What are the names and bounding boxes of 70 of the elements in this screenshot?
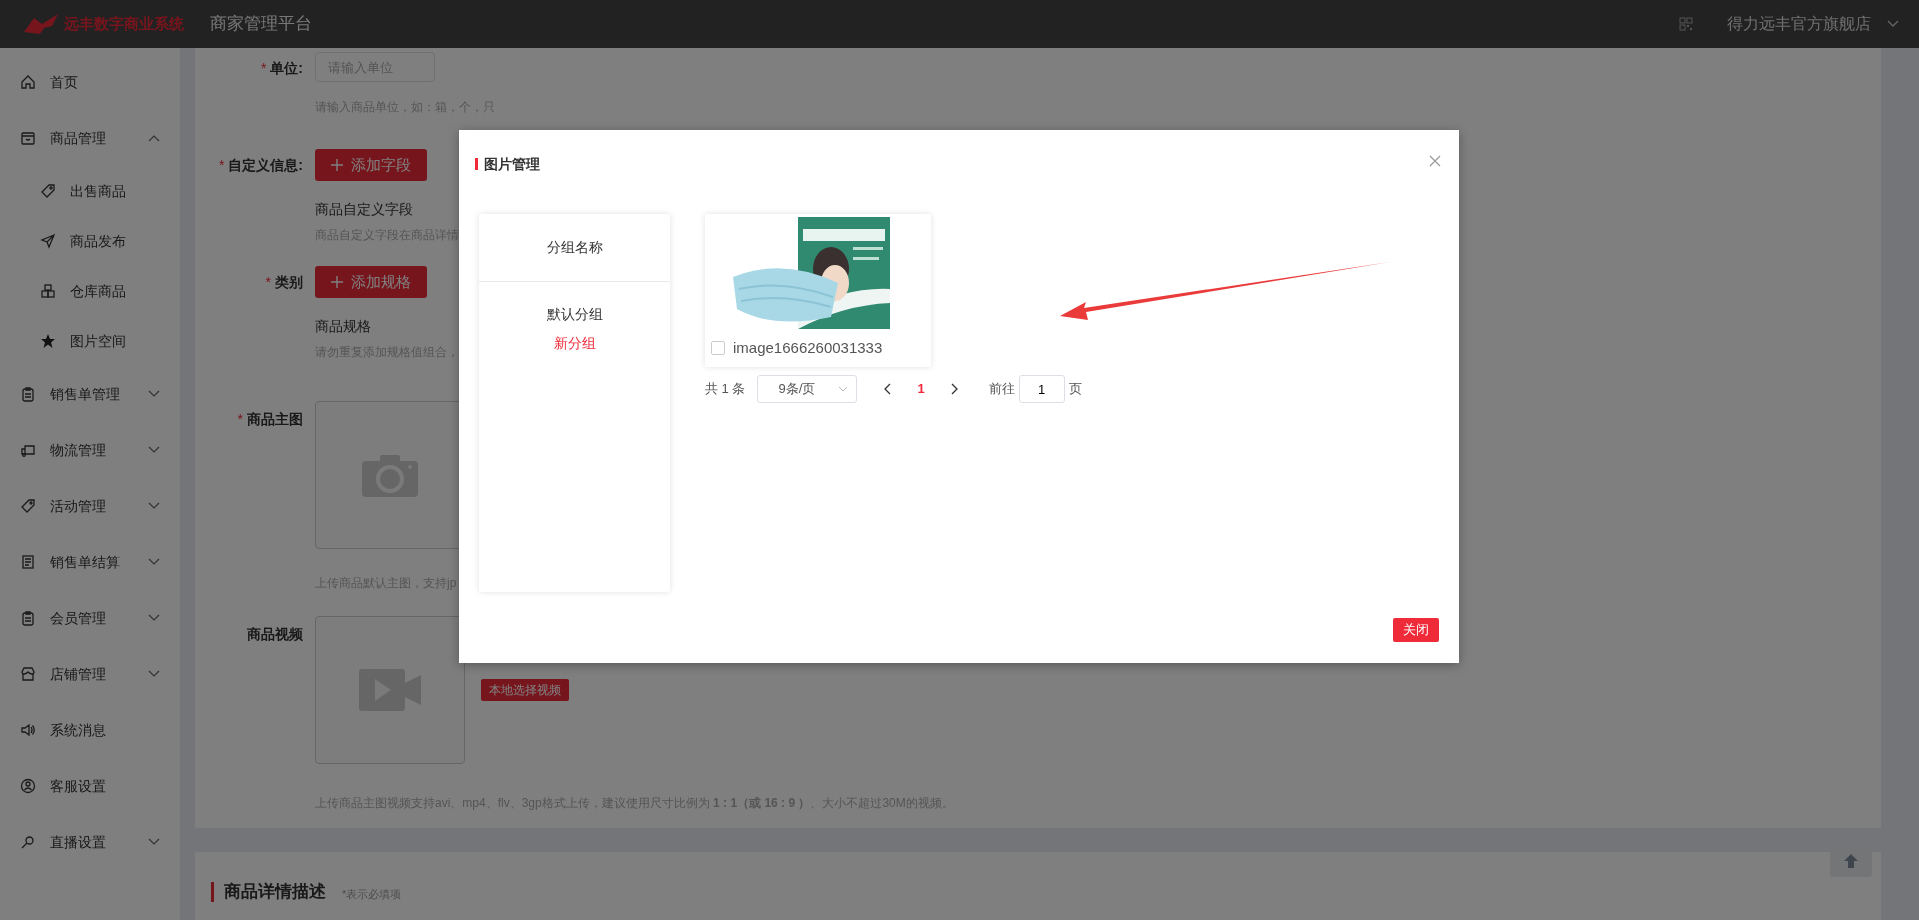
store-icon [20,666,36,682]
image-card[interactable]: image1666260031333 [705,214,931,367]
chevron-right-icon[interactable] [950,383,959,395]
description-text: 商品自定义字段 [315,200,414,219]
logo-icon [22,12,60,36]
section-title: 商品详情描述 [211,882,326,902]
user-circle-icon [20,778,36,794]
arrow-up-icon [1844,854,1858,868]
sidebar-item[interactable]: 出售商品 [0,166,180,216]
sidebar-item[interactable]: 商品管理 [0,110,180,166]
goto-label: 前往 [988,380,1015,399]
sidebar-item[interactable]: 活动管理 [0,478,180,534]
box-icon [20,130,36,146]
sidebar-item[interactable]: 首页 [0,54,180,110]
field-label: * 类别 [265,274,303,290]
chevron-left-icon[interactable] [883,383,892,395]
group-item[interactable]: 默认分组 [546,304,603,325]
logo-text: 远丰数字商业系统 [64,13,184,34]
sidebar-item[interactable]: 系统消息 [0,702,180,758]
select-video-button[interactable]: 本地选择视频 [481,679,569,701]
page-field[interactable]: 1 [1018,375,1065,403]
sidebar-item[interactable]: 物流管理 [0,422,180,478]
page-size-select[interactable]: 9条/页 [757,375,858,403]
sidebar-item[interactable]: 销售单管理 [0,366,180,422]
caret-icon [1887,20,1899,28]
sidebar-item[interactable]: 销售单结算 [0,534,180,590]
plus-icon [331,159,343,171]
paper-plane-icon [40,233,56,249]
page-suffix: 页 [1068,380,1082,399]
plus-icon [331,276,343,288]
caret-icon [838,386,849,392]
field-label: * 单位: [260,60,303,76]
group-header: 分组名称 [546,238,603,257]
home-icon [20,74,36,90]
checkbox[interactable] [711,341,725,356]
sidebar-item[interactable]: 客服设置 [0,758,180,814]
truck-icon [20,442,36,458]
store-menu[interactable]: 得力远丰官方旗舰店 [1727,12,1899,36]
sidebar-item[interactable]: 仓库商品 [0,266,180,316]
dialog-title: 图片管理 [475,158,540,170]
sidebar-item[interactable]: 直播设置 [0,814,180,870]
clipboard-icon [20,386,36,402]
total-count: 共 1 条 [705,380,746,399]
add-button[interactable]: 添加规格 [315,266,427,298]
qr-code-icon[interactable] [1679,17,1693,31]
close-button[interactable]: 关闭 [1393,618,1439,642]
description-text: 商品规格 [315,317,372,336]
star-icon [40,333,56,349]
sidebar-item[interactable]: 会员管理 [0,590,180,646]
tag-icon [40,183,56,199]
field-label: * 商品主图 [237,411,303,427]
sidebar-item[interactable]: 商品发布 [0,216,180,266]
sidebar-item[interactable]: 店铺管理 [0,646,180,702]
page-number[interactable]: 1 [917,379,925,399]
document-icon [20,554,36,570]
speaker-icon [20,722,36,738]
add-button[interactable]: 添加字段 [315,149,427,181]
app-title: 商家管理平台 [210,13,312,36]
field-label: * 自定义信息: [218,157,303,173]
new-group-link[interactable]: 新分组 [553,333,596,354]
field-label: 商品视频 [247,626,303,642]
close-icon[interactable] [1429,155,1441,167]
cubes-icon [40,283,56,299]
video-upload-box[interactable] [315,616,465,764]
image-name: image1666260031333 [733,338,883,358]
clipboard-icon [20,610,36,626]
camera-icon [362,453,418,497]
sidebar-item[interactable]: 图片空间 [0,316,180,366]
search-icon [20,834,36,850]
tag-icon [20,498,36,514]
